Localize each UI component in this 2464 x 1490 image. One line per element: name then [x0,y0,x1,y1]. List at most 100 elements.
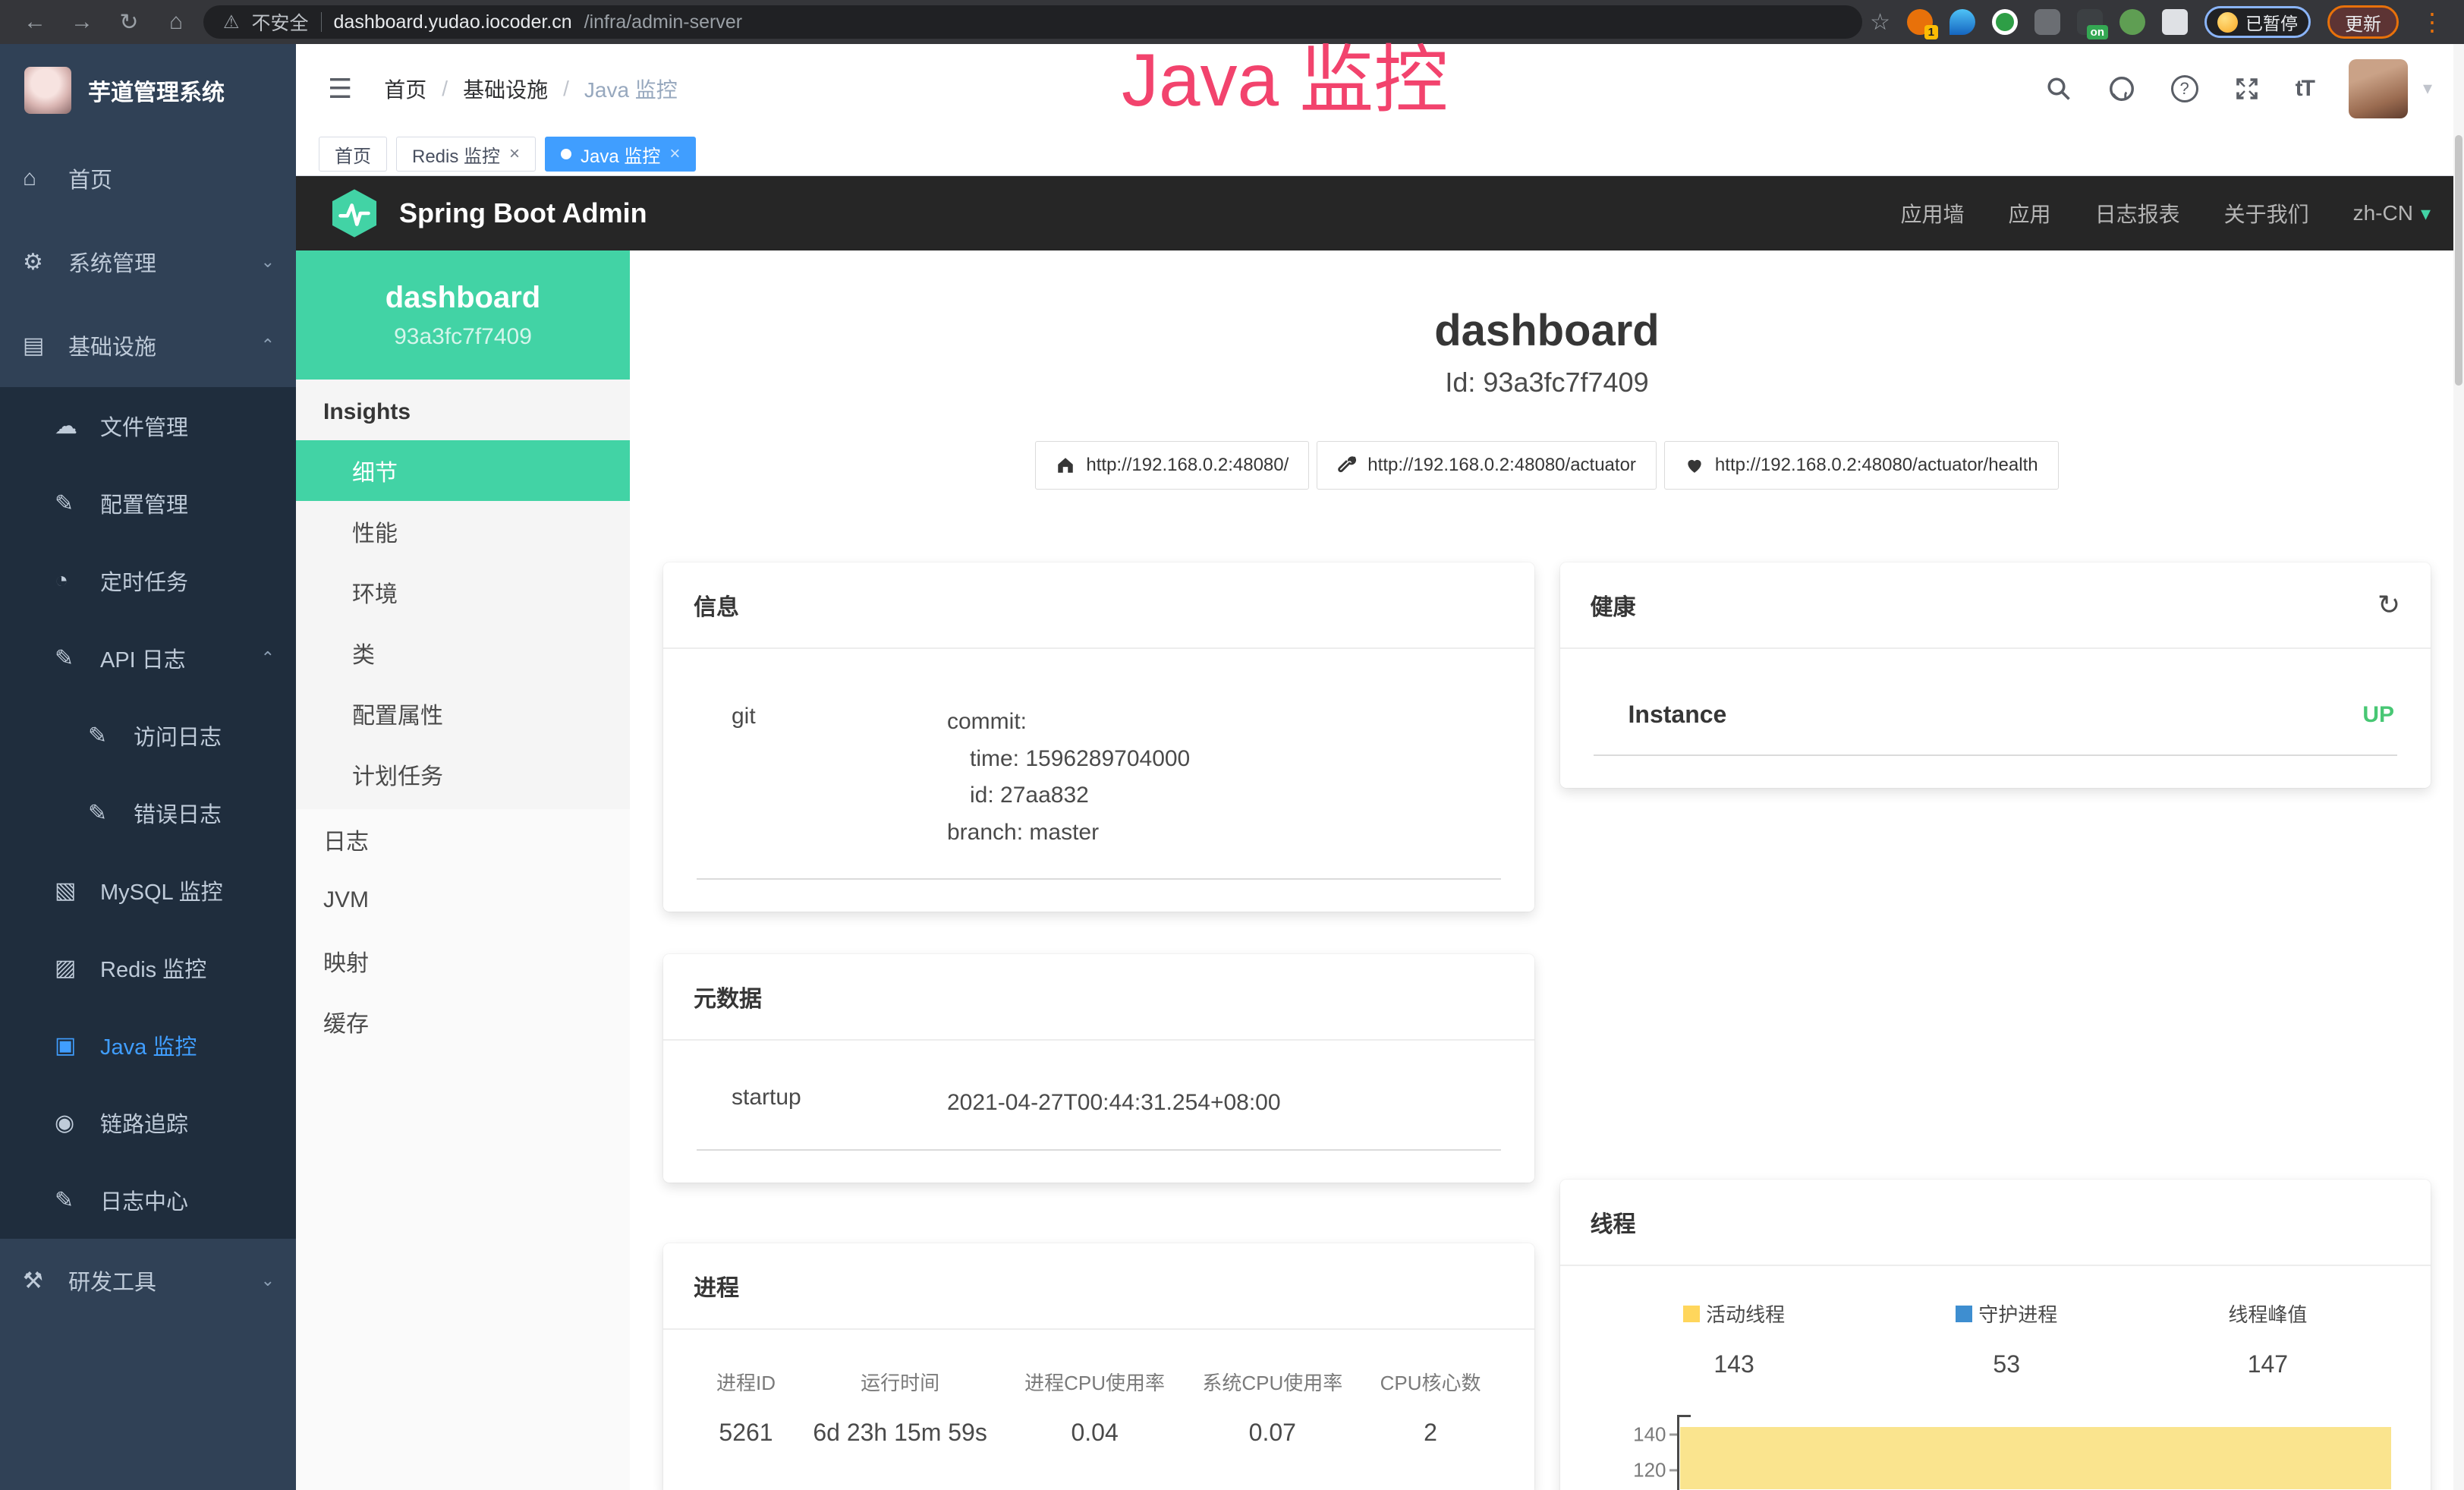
sidebar-item-label: Java 监控 [100,1029,275,1061]
sba-menu-metrics[interactable]: 性能 [296,501,630,562]
tab-close-icon[interactable]: × [509,143,520,165]
avatar-caret-down-icon[interactable]: ▾ [2423,77,2432,99]
github-icon[interactable] [2107,74,2136,103]
sidebar-item-java-monitor[interactable]: ▣ Java 监控 [0,1006,296,1084]
sba-menu-environment[interactable]: 环境 [296,562,630,622]
threads-card-body: 活动线程 143 守护进程 53 [1560,1266,2431,1490]
sba-nav-applications[interactable]: 应用 [2009,198,2051,228]
sidebar-item-scheduled-jobs[interactable]: ◔ 定时任务 [0,542,296,619]
app-logo-row[interactable]: 芋道管理系统 [0,44,296,137]
health-instance-row[interactable]: Instance UP [1594,681,2398,756]
health-card-header: 健康 ↺ [1560,562,2431,649]
instance-id: 93a3fc7f7409 [394,324,532,350]
reload-icon[interactable]: ↻ [109,9,149,36]
chrome-update-button[interactable]: 更新 [2327,5,2399,39]
extensions-puzzle-icon[interactable] [2162,9,2188,35]
sba-hexagon-pulse-icon [329,188,379,238]
tab-home[interactable]: 首页 [319,137,387,172]
extension-grid-icon[interactable] [2034,9,2060,35]
git-time-line: time: 1596289704000 [947,741,1190,778]
tab-label: Java 监控 [581,141,660,168]
profile-chip[interactable]: 已暂停 [2204,6,2311,38]
breadcrumb-home[interactable]: 首页 [384,74,426,104]
sidebar-item-error-log[interactable]: ✎ 错误日志 [0,774,296,852]
sba-nav-journal[interactable]: 日志报表 [2095,198,2180,228]
sba-menu-scheduled-tasks[interactable]: 计划任务 [296,744,630,805]
bookmark-star-icon[interactable]: ☆ [1870,9,1890,36]
extension-sprout-icon[interactable] [2119,9,2145,35]
sba-locale-select[interactable]: zh-CN ▾ [2353,201,2431,225]
search-icon[interactable] [2045,75,2072,102]
cards-left-column: 信息 git commit: time: 1596289704000 id: 2… [663,562,1534,1490]
profile-paused-label: 已暂停 [2245,9,2298,35]
sidebar-item-label: 日志中心 [100,1184,275,1216]
fullscreen-icon[interactable] [2233,75,2261,102]
sba-brand-name: Spring Boot Admin [399,197,647,229]
sidebar-item-api-logs[interactable]: ✎ API 日志 ⌃ [0,619,296,697]
sidebar-item-access-log[interactable]: ✎ 访问日志 [0,697,296,774]
sba-menu-config-props[interactable]: 配置属性 [296,683,630,744]
home-icon[interactable]: ⌂ [156,9,196,35]
sba-instance-header[interactable]: dashboard 93a3fc7f7409 [296,250,630,380]
sba-menu-mappings[interactable]: 映射 [296,931,630,991]
info-git-row: git commit: time: 1596289704000 id: 27aa… [697,681,1501,880]
health-status-badge: UP [2362,702,2394,728]
sba-brand[interactable]: Spring Boot Admin [329,188,647,238]
address-bar[interactable]: ⚠ 不安全 dashboard.yudao.iocoder.cn /infra/… [203,5,1862,39]
stat-value: 143 [1713,1350,1754,1378]
sidebar-item-mysql-monitor[interactable]: ▧ MySQL 监控 [0,852,296,929]
sidebar-item-file-mgmt[interactable]: ☁ 文件管理 [0,387,296,465]
admin-sidebar: 芋道管理系统 ⌂ 首页 ⚙ 系统管理 ⌄ ▤ 基础设施 ⌃ ☁ 文件管理 ✎ 配… [0,44,296,1490]
sidebar-item-infrastructure[interactable]: ▤ 基础设施 ⌃ [0,304,296,387]
sidebar-item-home[interactable]: ⌂ 首页 [0,137,296,220]
scrollbar-thumb[interactable] [2455,135,2462,386]
sba-nav-about[interactable]: 关于我们 [2224,198,2309,228]
sidebar-item-label: 系统管理 [68,246,261,278]
process-stat-process-cpu: 进程CPU使用率 0.04 [1024,1368,1165,1447]
health-url-chip[interactable]: http://192.168.0.2:48080/actuator/health [1664,441,2059,490]
sidebar-item-dev-tools[interactable]: ⚒ 研发工具 ⌄ [0,1239,296,1322]
sba-menu-caches[interactable]: 缓存 [296,991,630,1052]
user-avatar[interactable] [2349,59,2408,118]
sba-menu-logs[interactable]: 日志 [296,809,630,870]
forward-icon[interactable]: → [62,9,102,35]
timer-icon: ◔ [55,568,90,594]
y-tick-mark [1669,1470,1677,1472]
browser-menu-dots-icon[interactable]: ⋮ [2415,8,2449,36]
tab-redis-monitor[interactable]: Redis 监控 × [396,137,536,172]
legend-peak-threads: 线程峰值 [2228,1299,2307,1328]
extension-colorzilla-icon[interactable]: 1 [1907,9,1933,35]
tab-close-icon[interactable]: × [669,143,680,165]
breadcrumb-infra[interactable]: 基础设施 [463,74,548,104]
help-icon[interactable]: ? [2171,75,2198,102]
sidebar-item-label: MySQL 监控 [100,874,275,906]
sidebar-item-label: 链路追踪 [100,1107,275,1139]
metadata-startup-label: startup [697,1085,947,1122]
sidebar-item-trace[interactable]: ◉ 链路追踪 [0,1084,296,1161]
service-url-chip[interactable]: http://192.168.0.2:48080/ [1035,441,1309,490]
extension-pin-icon[interactable] [1949,9,1975,35]
sidebar-item-config-mgmt[interactable]: ✎ 配置管理 [0,465,296,542]
actuator-url-chip[interactable]: http://192.168.0.2:48080/actuator [1317,441,1657,490]
sba-menu-jvm[interactable]: JVM [296,870,630,931]
stat-value: 2 [1424,1419,1437,1447]
not-secure-warning-icon[interactable]: ⚠ [223,11,240,33]
page-scrollbar[interactable] [2453,44,2464,1490]
instance-links: http://192.168.0.2:48080/ http://192.168… [663,441,2431,490]
active-tab-dot [561,149,571,159]
sidebar-item-redis-monitor[interactable]: ▨ Redis 监控 [0,929,296,1006]
back-icon[interactable]: ← [15,9,55,35]
stat-value: 0.07 [1249,1419,1296,1447]
sba-nav-wallboard[interactable]: 应用墙 [1901,198,1965,228]
sidebar-collapse-icon[interactable]: ☰ [328,73,352,105]
sba-menu-classes[interactable]: 类 [296,622,630,683]
extension-y-icon[interactable] [1992,9,2018,35]
tab-java-monitor[interactable]: Java 监控 × [545,137,696,172]
sidebar-item-log-center[interactable]: ✎ 日志中心 [0,1161,296,1239]
extension-list-icon[interactable]: on [2077,9,2103,35]
font-size-icon[interactable]: tT [2296,76,2314,102]
sidebar-item-system-mgmt[interactable]: ⚙ 系统管理 ⌄ [0,220,296,304]
history-icon[interactable]: ↺ [2377,589,2400,621]
sba-menu-details[interactable]: 细节 [296,440,630,501]
y-tick-120: 120 [1633,1459,1666,1482]
